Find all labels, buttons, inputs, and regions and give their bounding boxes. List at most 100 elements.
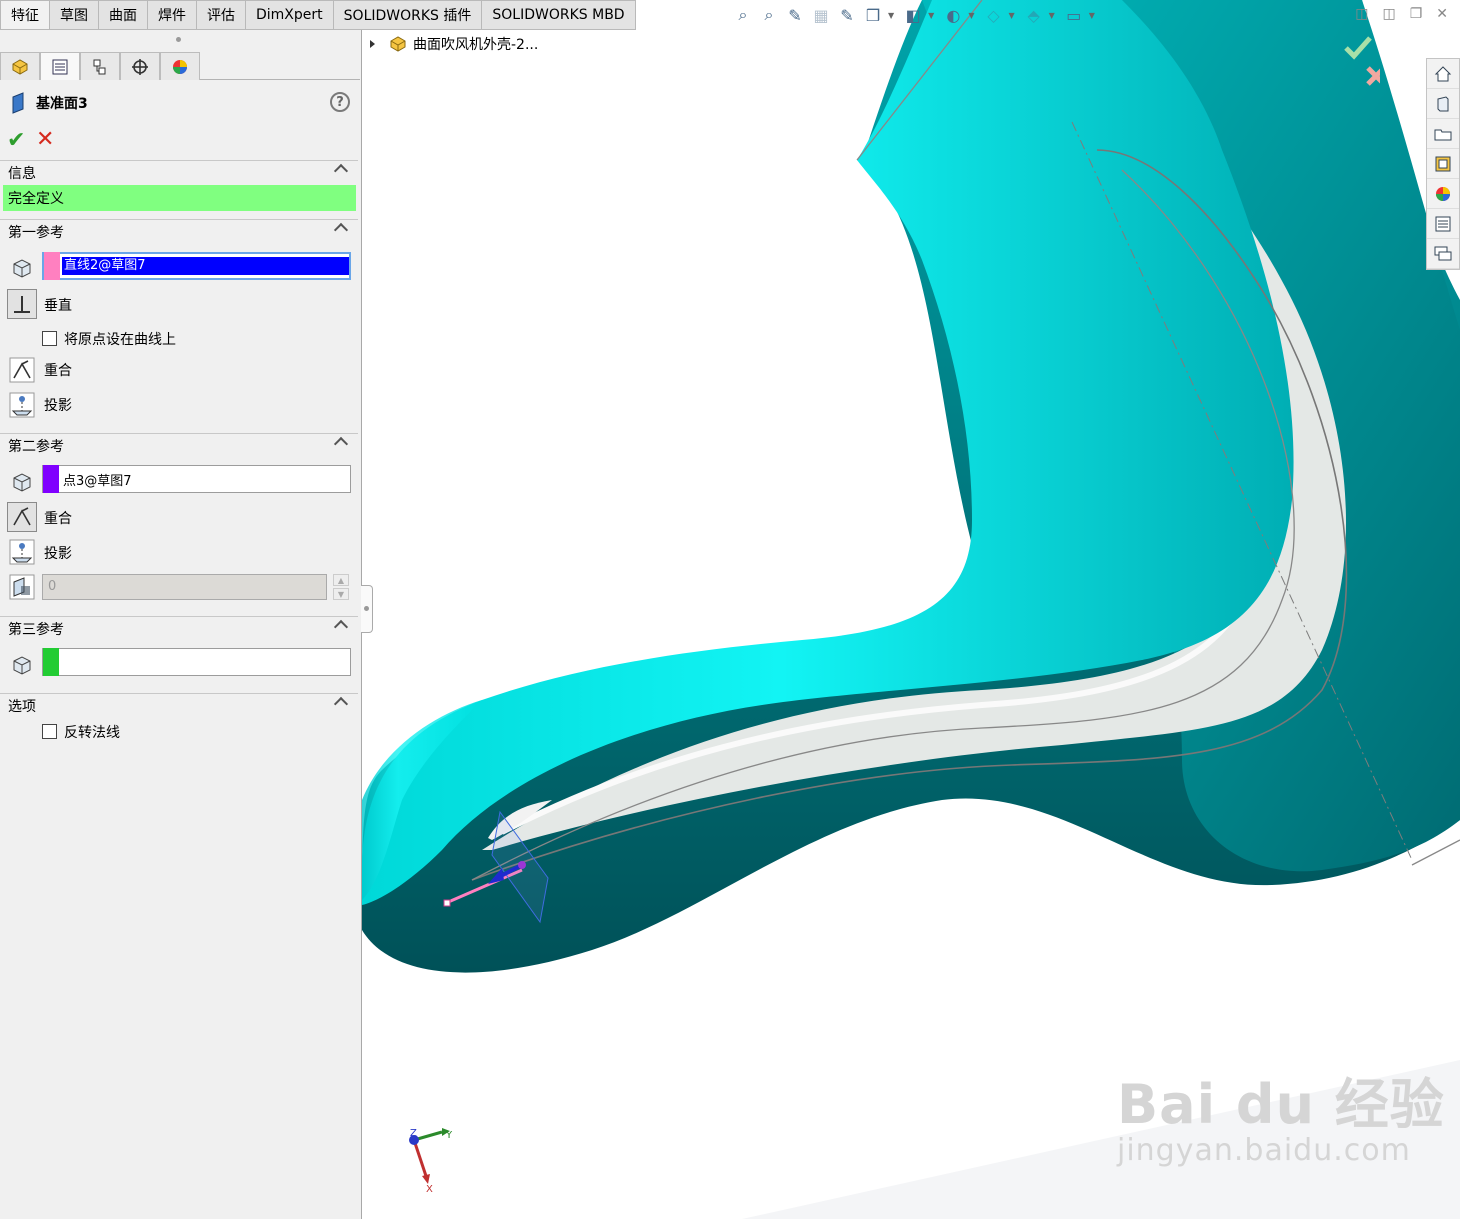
reference-entity-icon — [7, 253, 37, 283]
heads-up-view-toolbar: ⌕ ⌕ ✎ ▦ ✎ ❒ ▼ ◧ ▼ ◐ ▼ ◇ ▼ ⬘ ▼ ▭ ▼ — [732, 4, 1099, 26]
help-icon[interactable]: ? — [330, 92, 350, 112]
file-explorer-icon[interactable] — [1427, 119, 1459, 149]
panel-resize-grip[interactable] — [176, 37, 181, 42]
distance-spinner[interactable]: ▲ ▼ — [333, 574, 349, 600]
third-reference-label: 第三参考 — [8, 622, 64, 638]
scene-icon[interactable]: ⬘ — [1023, 4, 1045, 26]
view-settings-icon[interactable]: ▭ — [1063, 4, 1085, 26]
info-header-label: 信息 — [8, 166, 36, 182]
origin-on-curve-checkbox[interactable] — [42, 331, 57, 346]
tab-addins[interactable]: SOLIDWORKS 插件 — [333, 0, 483, 30]
close-window-icon[interactable]: ✕ — [1436, 6, 1448, 22]
section-view-icon[interactable]: ▦ — [810, 4, 832, 26]
coincident-icon — [13, 507, 31, 526]
third-reference-header[interactable]: 第三参考 — [0, 616, 358, 640]
projection-label: 投影 — [44, 398, 72, 414]
coincident-icon — [9, 357, 35, 383]
task-pane-tabs — [1426, 58, 1460, 270]
collapse-chevron-icon[interactable] — [333, 222, 349, 238]
second-reference-color-swatch — [43, 465, 59, 493]
coincident-label: 重合 — [44, 511, 72, 527]
appearances-icon[interactable] — [1427, 179, 1459, 209]
display-manager-tab[interactable] — [160, 52, 200, 80]
confirmation-corner — [1340, 34, 1386, 98]
view-orientation-icon[interactable]: ❒ — [862, 4, 884, 26]
configuration-icon — [93, 59, 106, 74]
first-reference-label: 第一参考 — [8, 225, 64, 241]
distance-input[interactable]: 0 — [42, 574, 327, 600]
configuration-manager-tab[interactable] — [80, 52, 120, 80]
projection-icon — [9, 392, 35, 418]
info-group-header[interactable]: 信息 — [0, 160, 358, 184]
projection-button[interactable] — [7, 390, 37, 420]
hide-show-icon[interactable]: ◐ — [942, 4, 964, 26]
crosshair-icon — [132, 58, 148, 75]
flip-normal-label: 反转法线 — [64, 725, 120, 741]
tab-surfaces[interactable]: 曲面 — [99, 0, 148, 30]
collapse-chevron-icon[interactable] — [333, 163, 349, 179]
coincident-label: 重合 — [44, 363, 72, 379]
previous-view-icon[interactable]: ✎ — [784, 4, 806, 26]
property-manager-tab[interactable] — [40, 52, 80, 80]
tab-weldments[interactable]: 焊件 — [148, 0, 197, 30]
flip-normal-checkbox[interactable] — [42, 724, 57, 739]
cancel-button[interactable]: ✕ — [36, 127, 54, 152]
first-reference-selection[interactable]: 直线2@草图7 — [42, 252, 351, 280]
graphics-viewport[interactable]: 曲面吹风机外壳-2... ⌕ ⌕ ✎ ▦ ✎ ❒ ▼ ◧ ▼ ◐ ▼ ◇ ▼ ⬘ ▼ ▭ ▼… — [362, 0, 1460, 1219]
panel-collapse-handle[interactable] — [361, 585, 373, 633]
zoom-to-fit-icon[interactable]: ⌕ — [732, 4, 754, 26]
triad-y-label: Y — [445, 1130, 453, 1141]
expand-arrow-icon[interactable] — [370, 40, 375, 48]
manager-tab-bar — [0, 52, 360, 80]
tab-dimxpert[interactable]: DimXpert — [246, 0, 334, 30]
confirm-ok-icon[interactable] — [1344, 36, 1372, 60]
custom-properties-icon[interactable] — [1427, 209, 1459, 239]
collapse-chevron-icon[interactable] — [333, 436, 349, 452]
hair-dryer-surface-model[interactable] — [362, 0, 1460, 1219]
edit-appearance-icon[interactable]: ◇ — [982, 4, 1004, 26]
origin-on-curve-label: 将原点设在曲线上 — [64, 332, 176, 348]
collapse-chevron-icon[interactable] — [333, 696, 349, 712]
home-icon[interactable] — [1427, 59, 1459, 89]
spin-down-icon[interactable]: ▼ — [333, 588, 349, 600]
projection-icon — [9, 539, 35, 565]
projection-button[interactable] — [7, 537, 37, 567]
status-message: 完全定义 — [3, 185, 356, 211]
first-reference-header[interactable]: 第一参考 — [0, 219, 358, 243]
reference-triad: Z Y X — [402, 1120, 462, 1204]
tab-sketch[interactable]: 草图 — [50, 0, 99, 30]
design-library-icon[interactable] — [1427, 149, 1459, 179]
second-reference-selection[interactable]: 点3@草图7 — [42, 465, 351, 493]
tab-features[interactable]: 特征 — [0, 0, 50, 30]
restore-window-icon[interactable]: ❐ — [1410, 6, 1423, 22]
coincident-button[interactable] — [7, 355, 37, 385]
display-style-icon[interactable]: ◧ — [902, 4, 924, 26]
window-controls: ◫ ◫ ❐ ✕ — [1355, 6, 1448, 22]
second-reference-header[interactable]: 第二参考 — [0, 433, 358, 457]
feature-manager-tab[interactable] — [0, 52, 40, 80]
third-reference-selection[interactable] — [42, 648, 351, 676]
ok-button[interactable]: ✔ — [7, 128, 25, 153]
forum-icon[interactable] — [1427, 239, 1459, 269]
resources-icon[interactable] — [1427, 89, 1459, 119]
feature-title: 基准面3 — [36, 96, 88, 112]
perpendicular-button[interactable] — [7, 289, 37, 319]
zoom-area-icon[interactable]: ⌕ — [758, 4, 780, 26]
plane-icon — [12, 92, 24, 114]
tile-left-icon[interactable]: ◫ — [1355, 6, 1368, 22]
tab-evaluate[interactable]: 评估 — [197, 0, 246, 30]
part-icon — [390, 36, 406, 52]
tile-right-icon[interactable]: ◫ — [1382, 6, 1395, 22]
triad-x-label: X — [426, 1184, 433, 1195]
dynamic-annotation-icon[interactable]: ✎ — [836, 4, 858, 26]
confirm-cancel-icon[interactable] — [1366, 66, 1386, 86]
options-header[interactable]: 选项 — [0, 693, 358, 717]
feature-tree-flyout[interactable]: 曲面吹风机外壳-2... — [370, 34, 538, 54]
coincident-button[interactable] — [7, 502, 37, 532]
tab-mbd[interactable]: SOLIDWORKS MBD — [482, 0, 636, 30]
triad-z-label: Z — [410, 1128, 417, 1139]
spin-up-icon[interactable]: ▲ — [333, 574, 349, 586]
collapse-chevron-icon[interactable] — [333, 619, 349, 635]
watermark-url: jingyan.baidu.com — [1117, 1133, 1411, 1168]
dimxpert-manager-tab[interactable] — [120, 52, 160, 80]
